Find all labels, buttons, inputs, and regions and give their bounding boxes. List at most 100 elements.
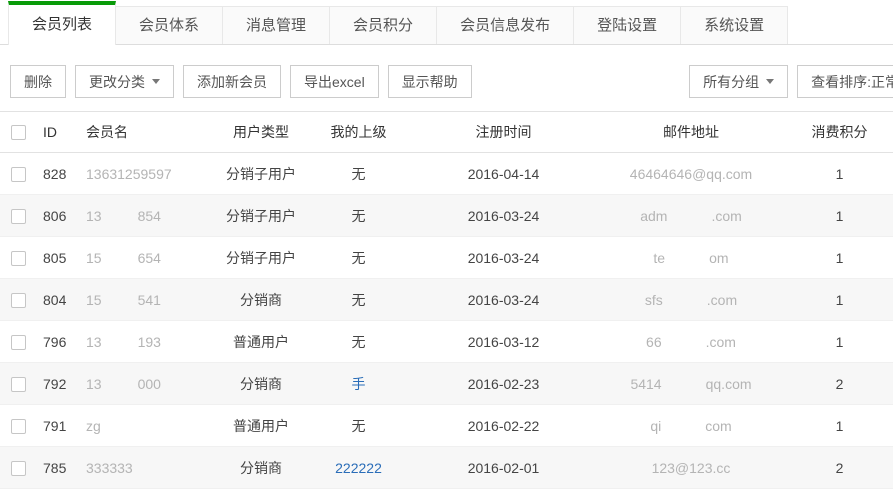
toolbar: 删除 更改分类 添加新会员 导出excel 显示帮助 所有分组 查看排序:正常排序 [0,45,893,111]
superior-text: 无 [352,166,366,182]
member-email-visible-end: .com [707,292,737,308]
member-name-visible-start: 13 [86,208,102,224]
member-type: 普通用户 [216,416,306,436]
table-body: 82813631259597分销子用户无2016-04-1446464646@q… [0,153,893,489]
row-checkbox[interactable] [11,461,26,476]
table-row: 80515654分销子用户无2016-03-24teom1 [0,237,893,279]
member-admin-page: 会员列表会员体系消息管理会员积分会员信息发布登陆设置系统设置 删除 更改分类 添加新… [0,0,893,489]
cell-checkbox [0,249,36,266]
superior-link[interactable]: 222222 [335,460,382,476]
show-help-button-label: 显示帮助 [402,72,458,92]
tab-会员积分[interactable]: 会员积分 [329,6,437,44]
superior-text: 无 [352,418,366,434]
table-row: 82813631259597分销子用户无2016-04-1446464646@q… [0,153,893,195]
member-name: 13 854 [86,208,216,224]
row-checkbox[interactable] [11,419,26,434]
member-email: 5414qq.com [596,376,786,392]
delete-button-label: 删除 [24,72,52,92]
row-checkbox[interactable] [11,377,26,392]
member-email-visible-start: adm [640,208,667,224]
table-row: 80415541分销商无2016-03-24sfs.com1 [0,279,893,321]
consumption-points: 2 [786,376,893,392]
delete-button[interactable]: 删除 [10,65,66,98]
all-groups-dropdown-label: 所有分组 [703,72,759,92]
table-row: 79613193普通用户无2016-03-1266.com1 [0,321,893,363]
superior-text: 无 [352,250,366,266]
member-email-visible-end: om [709,250,728,266]
registration-date: 2016-03-12 [411,334,596,350]
header-name: 会员名 [86,122,216,142]
consumption-points: 1 [786,292,893,308]
member-type: 普通用户 [216,332,306,352]
member-name: zg [86,418,216,434]
cell-superior: 无 [306,416,411,436]
table-row: 80613854分销子用户无2016-03-24adm.com1 [0,195,893,237]
member-name-visible-end: 854 [138,208,161,224]
member-name: 15654 [86,250,216,266]
row-checkbox[interactable] [11,251,26,266]
sort-order-button[interactable]: 查看排序:正常排序 [797,65,893,98]
tab-系统设置[interactable]: 系统设置 [680,6,788,44]
cell-checkbox [0,165,36,182]
member-name: 333333 [86,460,216,476]
show-help-button[interactable]: 显示帮助 [388,65,472,98]
table-row: 785333333分销商2222222016-02-01123@123.cc2 [0,447,893,489]
member-name-visible-end: 654 [138,250,161,266]
tab-会员信息发布[interactable]: 会员信息发布 [436,6,574,44]
registration-date: 2016-02-01 [411,460,596,476]
cell-checkbox [0,375,36,392]
cell-checkbox [0,291,36,308]
consumption-points: 1 [786,250,893,266]
cell-checkbox [0,207,36,224]
member-name-visible-end: 541 [138,292,161,308]
member-email-visible-start: qi [650,418,661,434]
consumption-points: 1 [786,334,893,350]
redacted-text [662,346,706,347]
registration-date: 2016-02-23 [411,376,596,392]
member-email: 123@123.cc [596,460,786,476]
redacted-text [102,346,138,347]
change-category-dropdown[interactable]: 更改分类 [75,65,174,98]
member-type: 分销子用户 [216,206,306,226]
member-name-visible-start: zg [86,418,101,434]
change-category-dropdown-label: 更改分类 [89,72,145,92]
member-id: 792 [36,376,86,392]
member-id: 791 [36,418,86,434]
select-all-checkbox[interactable] [11,125,26,140]
toolbar-right: 所有分组 查看排序:正常排序 [689,65,893,98]
member-email-visible-start: te [653,250,665,266]
add-member-button[interactable]: 添加新会员 [183,65,281,98]
header-type: 用户类型 [216,122,306,142]
tab-会员体系[interactable]: 会员体系 [115,6,223,44]
row-checkbox[interactable] [11,293,26,308]
member-name-visible-end: 000 [138,376,161,392]
redacted-text [102,262,138,263]
tab-会员列表[interactable]: 会员列表 [8,1,116,45]
tab-登陆设置[interactable]: 登陆设置 [573,6,681,44]
cell-superior: 无 [306,164,411,184]
member-email: te om [596,250,786,266]
redacted-text [102,304,138,305]
export-excel-button[interactable]: 导出excel [290,65,379,98]
member-table: ID 会员名 用户类型 我的上级 注册时间 邮件地址 消费积分 82813631… [0,111,893,489]
superior-link[interactable]: 手 [352,376,366,392]
member-email: 46464646@qq.com [596,166,786,182]
header-id: ID [36,124,86,140]
row-checkbox[interactable] [11,209,26,224]
cell-checkbox [0,417,36,434]
member-id: 796 [36,334,86,350]
tab-消息管理[interactable]: 消息管理 [222,6,330,44]
member-name: 13000 [86,376,216,392]
superior-text: 无 [352,208,366,224]
member-email-visible-start: 46464646@qq.com [630,166,752,182]
member-type: 分销子用户 [216,248,306,268]
member-id: 828 [36,166,86,182]
row-checkbox[interactable] [11,167,26,182]
registration-date: 2016-02-22 [411,418,596,434]
row-checkbox[interactable] [11,335,26,350]
redacted-text [662,388,706,389]
toolbar-left: 删除 更改分类 添加新会员 导出excel 显示帮助 [10,65,472,98]
all-groups-dropdown[interactable]: 所有分组 [689,65,788,98]
add-member-button-label: 添加新会员 [197,72,267,92]
registration-date: 2016-03-24 [411,208,596,224]
